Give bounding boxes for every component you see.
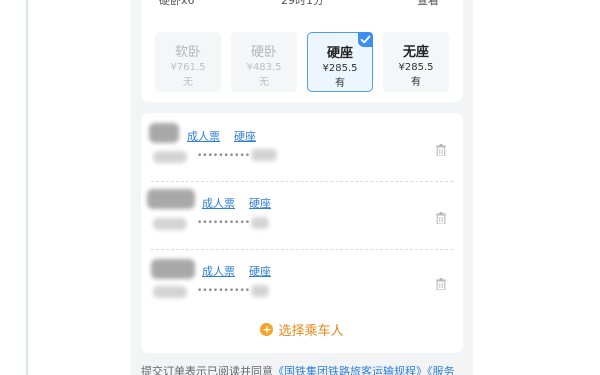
- seat-type-link[interactable]: 硬座: [234, 128, 256, 144]
- id-suffix-redacted: [251, 217, 269, 229]
- id-prefix-redacted: [153, 151, 187, 163]
- select-passenger-label: 选择乘车人: [278, 324, 344, 339]
- regulations-link[interactable]: 《国铁集团铁路旅客运输规程》《服务: [273, 365, 455, 375]
- id-number-masked: ••••••••••: [197, 151, 251, 161]
- seat-name: 无座: [402, 45, 429, 60]
- seat-price: ¥483.5: [246, 62, 282, 73]
- seat-price: ¥285.5: [398, 62, 434, 73]
- seat-option-soft-sleeper[interactable]: 软卧 ¥761.5 无: [155, 32, 221, 92]
- seat-name: 硬卧: [250, 45, 277, 60]
- passenger-row[interactable]: 成人票 硬座 ••••••••••: [141, 181, 463, 248]
- passenger-list-card: 成人票 硬座 •••••••••• 成人票 硬座 •••••••••• 成人票: [141, 113, 463, 353]
- seat-availability: 无: [259, 77, 269, 88]
- ticket-type-link[interactable]: 成人票: [187, 128, 220, 144]
- passenger-name-redacted: [149, 123, 179, 143]
- id-prefix-redacted: [153, 286, 187, 298]
- seat-availability: 有: [335, 78, 345, 89]
- seat-selection-card: 硬卧x6 29时1分 查看 软卧 ¥761.5 无 硬卧 ¥483.5 无 硬座…: [141, 0, 463, 102]
- ticket-type-link[interactable]: 成人票: [202, 263, 235, 279]
- agreement-text: 提交订单表示已阅读并同意《国铁集团铁路旅客运输规程》《服务: [141, 363, 471, 375]
- passenger-row[interactable]: 成人票 硬座 ••••••••••: [141, 113, 463, 180]
- seat-option-no-seat[interactable]: 无座 ¥285.5 有: [383, 32, 449, 92]
- seat-availability: 无: [183, 77, 193, 88]
- seat-price: ¥285.5: [322, 63, 358, 74]
- travel-duration: 29时1分: [281, 0, 324, 7]
- plus-circle-icon: +: [260, 323, 274, 336]
- trash-icon[interactable]: [436, 141, 446, 157]
- id-suffix-redacted: [251, 149, 277, 161]
- passenger-name-redacted: [147, 189, 195, 209]
- seat-price: ¥761.5: [170, 62, 206, 73]
- train-info-right[interactable]: 查看: [417, 0, 439, 8]
- id-prefix-redacted: [153, 218, 187, 230]
- passenger-name-redacted: [151, 259, 195, 279]
- seat-option-hard-seat[interactable]: 硬座 ¥285.5 有: [307, 32, 373, 92]
- select-passenger-button[interactable]: + 选择乘车人: [141, 319, 463, 349]
- id-number-masked: ••••••••••: [197, 286, 251, 296]
- seat-type-link[interactable]: 硬座: [249, 195, 271, 211]
- check-icon: [358, 32, 373, 47]
- ticket-type-link[interactable]: 成人票: [202, 195, 235, 211]
- seat-type-link[interactable]: 硬座: [249, 263, 271, 279]
- seat-availability: 有: [411, 77, 421, 88]
- id-number-masked: ••••••••••: [197, 218, 251, 228]
- passenger-row[interactable]: 成人票 硬座 ••••••••••: [141, 249, 463, 316]
- page-side-border: [26, 0, 28, 375]
- seat-name: 软卧: [174, 45, 201, 60]
- agreement-prefix: 提交订单表示已阅读并同意: [141, 365, 273, 375]
- trash-icon[interactable]: [436, 209, 446, 225]
- train-info-left: 硬卧x6: [159, 0, 195, 7]
- seat-option-hard-sleeper[interactable]: 硬卧 ¥483.5 无: [231, 32, 297, 92]
- id-suffix-redacted: [251, 285, 269, 297]
- booking-screen: 硬卧x6 29时1分 查看 软卧 ¥761.5 无 硬卧 ¥483.5 无 硬座…: [131, 0, 473, 375]
- trash-icon[interactable]: [436, 275, 446, 291]
